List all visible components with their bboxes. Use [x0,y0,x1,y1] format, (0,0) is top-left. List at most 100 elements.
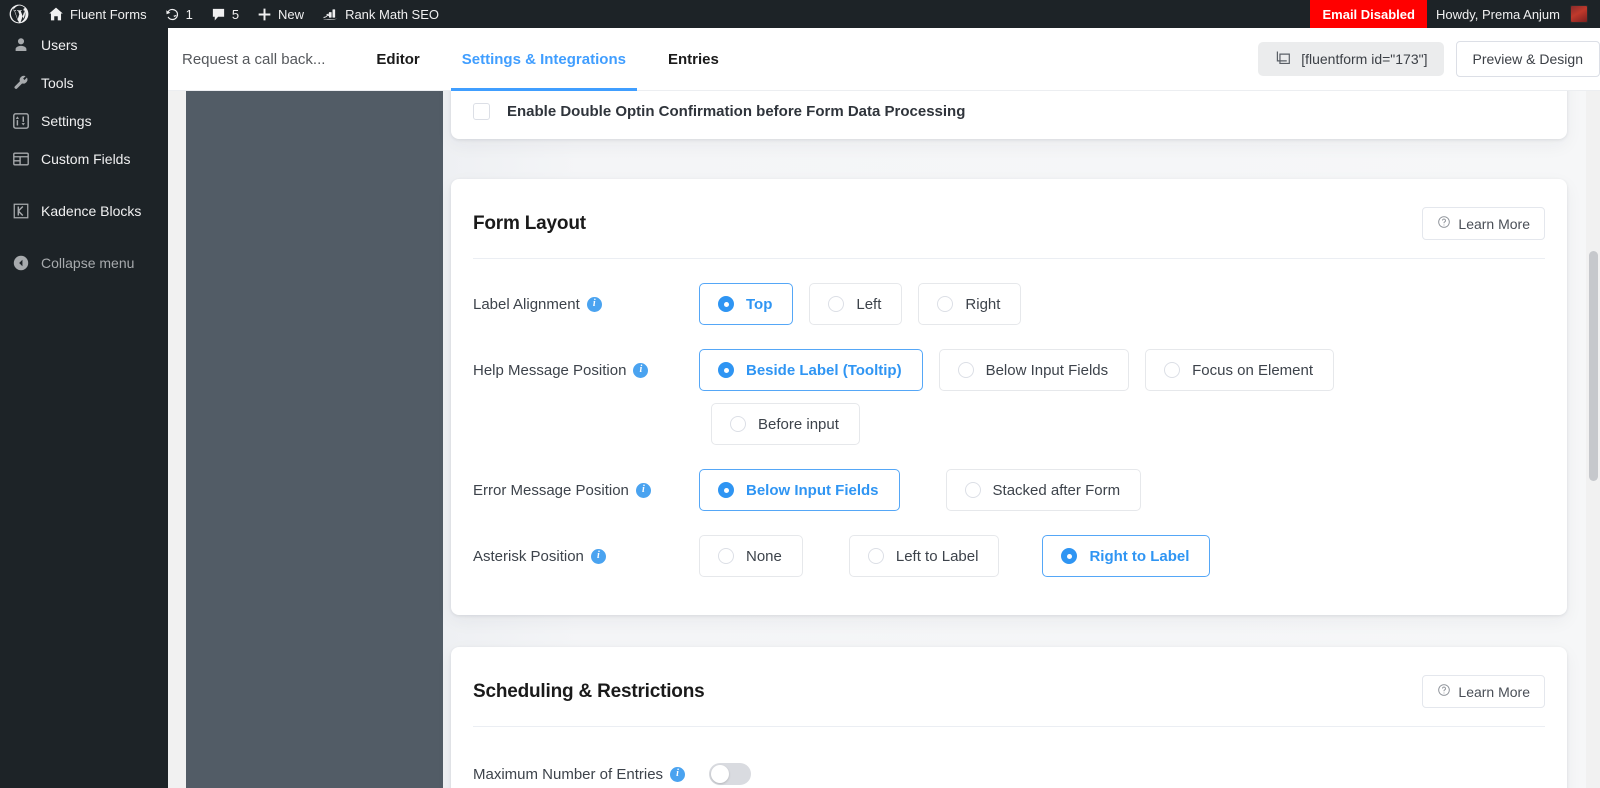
form-layout-header: Form Layout Learn More [451,179,1567,240]
option-error-stacked-after-form[interactable]: Stacked after Form [945,469,1142,511]
howdy-label: Howdy, Prema Anjum [1435,6,1560,22]
form-tabs: Request a call back... Editor Settings &… [168,28,740,91]
rank-math-icon [322,7,339,22]
collapse-menu-button[interactable]: Collapse menu [0,246,168,280]
comment-bubble-icon [211,7,226,22]
tab-settings-integrations[interactable]: Settings & Integrations [441,28,647,91]
scheduling-learn-more-button[interactable]: Learn More [1422,675,1545,708]
option-label: Right [965,295,1001,313]
option-label: Right to Label [1089,547,1190,565]
form-layout-title: Form Layout [473,212,586,234]
help-message-position-options: Beside Label (Tooltip) Below Input Field… [699,349,1414,445]
option-label-alignment-right[interactable]: Right [918,283,1022,325]
max-entries-label: Maximum Number of Entries i [473,753,709,788]
form-header-bar: Request a call back... Editor Settings &… [168,28,1600,91]
radio-icon [957,362,974,378]
help-message-position-text: Help Message Position [473,361,627,379]
max-entries-toggle[interactable] [709,763,751,785]
radio-icon [964,482,981,498]
updates-count: 1 [185,6,193,22]
radio-icon [1164,362,1181,378]
info-icon[interactable]: i [633,362,649,378]
sidebar-item-users[interactable]: Users [0,28,168,62]
site-name-label: Fluent Forms [70,6,147,22]
wrench-icon [11,73,31,93]
email-disabled-badge[interactable]: Email Disabled [1310,0,1427,28]
asterisk-position-options: None Left to Label Right to Label [699,535,1211,577]
rank-math-seo-button[interactable]: Rank Math SEO [313,0,448,28]
error-message-position-options: Below Input Fields Stacked after Form [699,469,1142,511]
option-asterisk-left-to-label[interactable]: Left to Label [848,535,1000,577]
new-content-button[interactable]: New [248,0,313,28]
option-asterisk-none[interactable]: None [699,535,803,577]
help-message-position-label: Help Message Position i [473,349,699,391]
option-asterisk-right-to-label[interactable]: Right to Label [1042,535,1211,577]
radio-icon [1061,548,1078,564]
sidebar-item-settings[interactable]: Settings [0,104,168,138]
double-optin-checkbox[interactable] [473,103,490,120]
question-circle-icon [1437,215,1451,232]
option-help-below-input-fields[interactable]: Below Input Fields [938,349,1130,391]
radio-icon [730,416,746,432]
option-label-alignment-left[interactable]: Left [809,283,903,325]
radio-icon [718,296,734,312]
option-label: Before input [758,415,839,433]
comments-count: 5 [231,6,240,22]
sidebar-separator [0,180,168,194]
option-help-beside-label-tooltip[interactable]: Beside Label (Tooltip) [699,349,923,391]
wp-admin-sidebar: Users Tools Settings Custom Fields Kaden… [0,28,168,788]
radio-icon [937,296,954,312]
info-icon[interactable]: i [670,766,686,782]
asterisk-position-label: Asterisk Position i [473,535,699,577]
option-help-before-input[interactable]: Before input [711,403,860,445]
kadence-icon [11,201,31,221]
page-scrollbar-track[interactable] [1586,91,1600,788]
sidebar-item-kadence-blocks[interactable]: Kadence Blocks [0,194,168,228]
radio-icon [828,296,845,312]
scheduling-title: Scheduling & Restrictions [473,680,705,702]
comments-button[interactable]: 5 [202,0,248,28]
scheduling-header: Scheduling & Restrictions Learn More [451,647,1567,708]
sidebar-item-tools[interactable]: Tools [0,66,168,100]
option-label: Below Input Fields [746,481,879,499]
form-header-actions: [fluentform id="173"] Preview & Design [1258,41,1600,77]
radio-icon [718,362,734,378]
info-icon[interactable]: i [635,482,651,498]
sidebar-item-custom-fields[interactable]: Custom Fields [0,142,168,176]
option-help-focus-on-element[interactable]: Focus on Element [1145,349,1335,391]
info-icon[interactable]: i [586,296,602,312]
radio-icon [718,548,734,564]
my-account-menu[interactable]: Howdy, Prema Anjum [1427,0,1600,28]
radio-icon [718,482,734,498]
max-entries-control [709,753,751,788]
shortcode-text: [fluentform id="173"] [1301,51,1428,67]
site-name-button[interactable]: Fluent Forms [39,0,156,28]
sidebar-item-label: Kadence Blocks [41,203,142,219]
collapse-menu-label: Collapse menu [41,255,135,271]
option-label-alignment-top[interactable]: Top [699,283,794,325]
tab-editor[interactable]: Editor [355,28,440,91]
preview-design-button[interactable]: Preview & Design [1455,41,1600,77]
asterisk-position-text: Asterisk Position [473,547,584,565]
shortcode-copy-button[interactable]: [fluentform id="173"] [1258,42,1444,76]
page-scrollbar-thumb[interactable] [1589,251,1598,481]
plus-icon [257,7,272,22]
error-message-position-label: Error Message Position i [473,469,699,511]
label-alignment-options: Top Left Right [699,283,1022,325]
option-label: Left to Label [895,547,979,565]
label-alignment-text: Label Alignment [473,295,580,313]
settings-nav-panel[interactable] [186,91,443,788]
option-error-below-input-fields[interactable]: Below Input Fields [699,469,900,511]
updates-button[interactable]: 1 [156,0,202,28]
sidebar-item-label: Tools [41,75,74,91]
table-grid-icon [11,149,31,169]
label-alignment-label: Label Alignment i [473,283,699,325]
tab-entries[interactable]: Entries [647,28,740,91]
form-layout-learn-more-button[interactable]: Learn More [1422,207,1545,240]
form-layout-card: Form Layout Learn More Label Alignment i… [451,179,1567,615]
wordpress-logo-button[interactable] [0,0,39,28]
info-icon[interactable]: i [590,548,606,564]
option-label: Left [856,295,882,313]
option-label: None [746,547,782,565]
form-layout-divider [473,258,1545,259]
